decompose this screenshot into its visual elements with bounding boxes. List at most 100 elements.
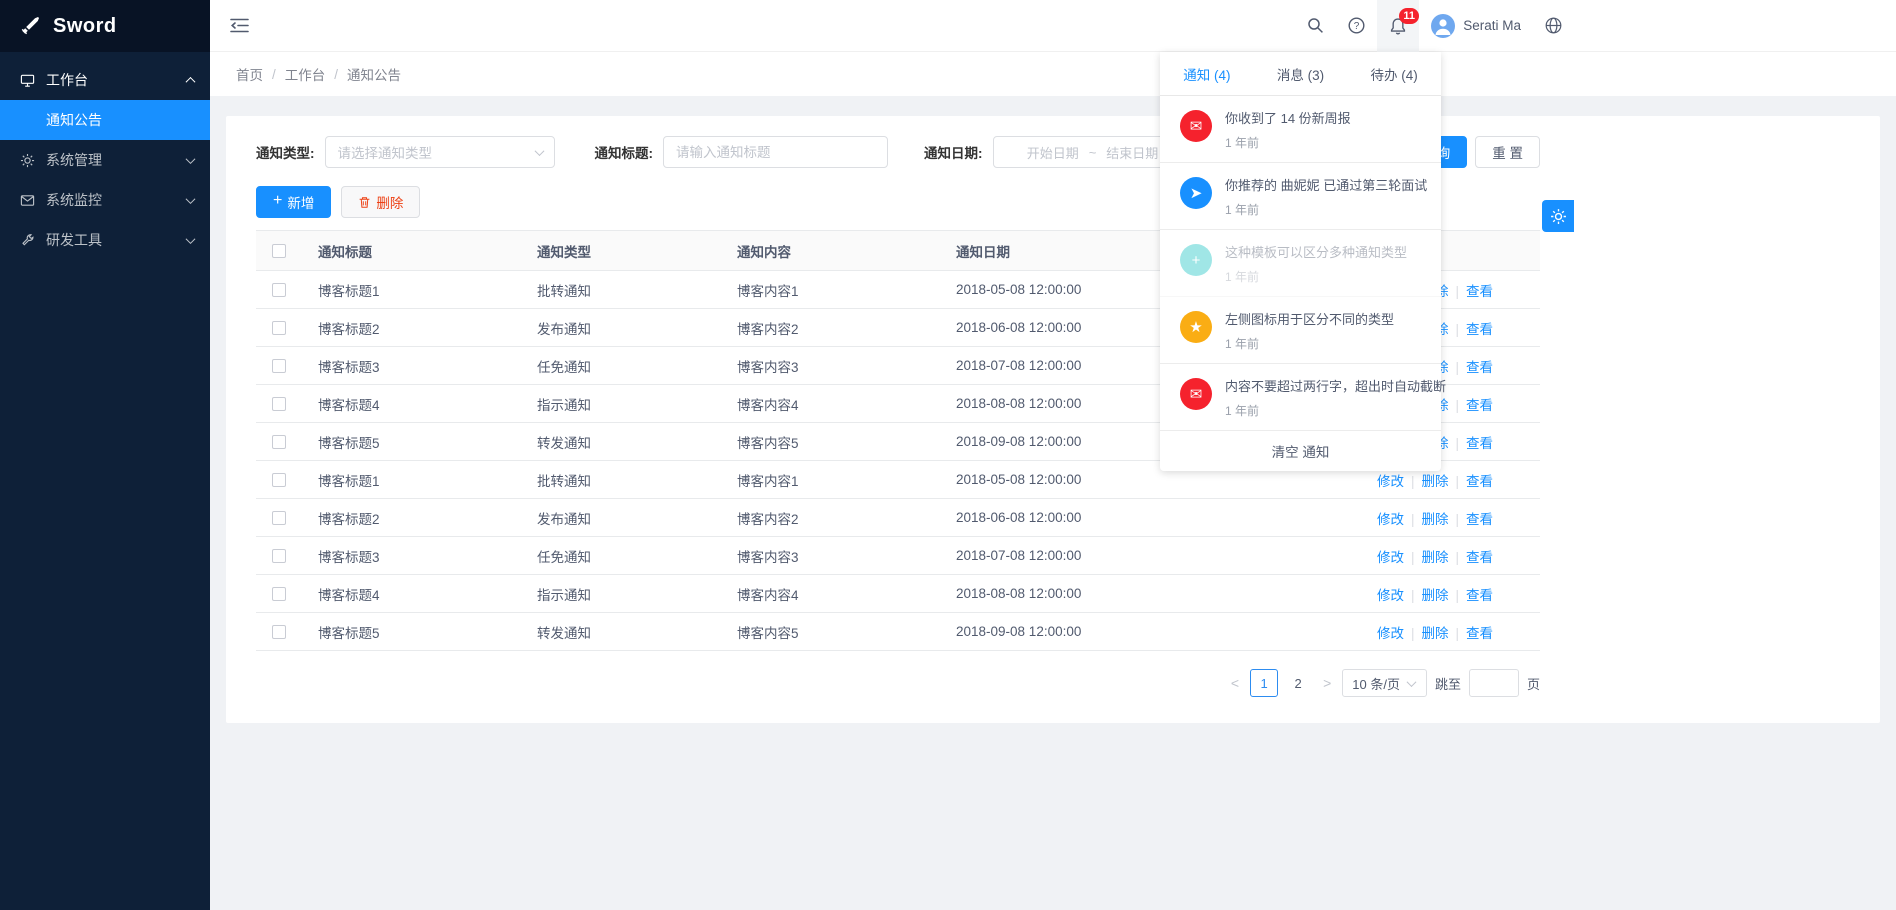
notification-text: 内容不要超过两行字，超出时自动截断 (1225, 376, 1446, 395)
page-size-label: 10 条/页 (1352, 674, 1400, 693)
cell-notice-title: 博客标题5 (302, 613, 521, 651)
row-checkbox[interactable] (272, 511, 286, 525)
sidebar-menu: 工作台 通知公告 系统管理 系统监控 研发工具 (0, 52, 210, 260)
help-icon[interactable]: ? (1336, 0, 1377, 52)
table-row: 博客标题2 发布通知 博客内容2 2018-06-08 12:00:00 修改|… (256, 499, 1540, 537)
row-action-edit[interactable]: 修改 (1377, 626, 1404, 641)
row-action-view[interactable]: 查看 (1466, 512, 1493, 527)
filter-title-label: 通知标题: (595, 142, 654, 162)
row-action-delete[interactable]: 删除 (1422, 474, 1449, 489)
notifications-bell[interactable]: 11 (1377, 0, 1419, 52)
prev-page-button[interactable]: < (1228, 675, 1242, 691)
topbar-right: ? 11 Serati Ma (1295, 0, 1574, 52)
cell-notice-title: 博客标题3 (302, 347, 521, 385)
notification-time: 1 年前 (1225, 402, 1446, 419)
settings-drawer-button[interactable] (1542, 200, 1574, 232)
jump-page-input[interactable] (1469, 669, 1519, 697)
notification-time: 1 年前 (1225, 268, 1407, 285)
row-action-delete[interactable]: 删除 (1422, 550, 1449, 565)
cell-notice-type: 指示通知 (521, 385, 721, 423)
sidebar-item-notice[interactable]: 通知公告 (0, 100, 210, 140)
notification-tab[interactable]: 通知 (4) (1160, 52, 1254, 95)
menu-fold-icon[interactable] (230, 15, 252, 37)
notification-item[interactable]: ✉ 内容不要超过两行字，超出时自动截断 1 年前 (1160, 364, 1441, 431)
row-checkbox[interactable] (272, 321, 286, 335)
page-number[interactable]: 1 (1250, 669, 1278, 697)
row-checkbox[interactable] (272, 549, 286, 563)
row-checkbox[interactable] (272, 435, 286, 449)
row-action-view[interactable]: 查看 (1466, 588, 1493, 603)
row-checkbox[interactable] (272, 625, 286, 639)
breadcrumb-home[interactable]: 首页 (236, 64, 263, 84)
row-action-view[interactable]: 查看 (1466, 284, 1493, 299)
notice-card: 通知类型: 请选择通知类型 通知标题: 通知日期: 开始日期 ~ 结束日期 (226, 116, 1880, 723)
add-button[interactable]: + 新增 (256, 186, 331, 218)
row-checkbox[interactable] (272, 397, 286, 411)
select-all-checkbox[interactable] (272, 244, 286, 258)
page-number[interactable]: 2 (1284, 669, 1312, 697)
action-separator: | (1456, 322, 1460, 337)
row-checkbox[interactable] (272, 283, 286, 297)
notice-type-select[interactable]: 请选择通知类型 (325, 136, 555, 168)
row-action-view[interactable]: 查看 (1466, 436, 1493, 451)
breadcrumb-workbench[interactable]: 工作台 (285, 64, 326, 84)
cell-notice-content: 博客内容4 (721, 575, 940, 613)
row-action-view[interactable]: 查看 (1466, 322, 1493, 337)
chevron-down-icon (186, 234, 196, 244)
notification-item[interactable]: ✉ 你收到了 14 份新周报 1 年前 (1160, 96, 1441, 163)
sidebar-item-system-admin[interactable]: 系统管理 (0, 140, 210, 180)
action-separator: | (1456, 512, 1460, 527)
row-action-edit[interactable]: 修改 (1377, 512, 1404, 527)
sidebar: Sword 工作台 通知公告 系统管理 系统监控 研发工具 (0, 0, 210, 910)
row-checkbox[interactable] (272, 359, 286, 373)
sidebar-item-system-monitor[interactable]: 系统监控 (0, 180, 210, 220)
notice-title-input[interactable] (664, 137, 887, 167)
sidebar-item-dev-tools[interactable]: 研发工具 (0, 220, 210, 260)
table-row: 博客标题3 任免通知 博客内容3 2018-07-08 12:00:00 修改|… (256, 537, 1540, 575)
row-action-view[interactable]: 查看 (1466, 474, 1493, 489)
clear-notifications-button[interactable]: 清空 通知 (1160, 431, 1441, 471)
row-action-edit[interactable]: 修改 (1377, 588, 1404, 603)
search-icon[interactable] (1295, 0, 1336, 52)
row-action-delete[interactable]: 删除 (1422, 512, 1449, 527)
breadcrumb-current: 通知公告 (347, 64, 401, 84)
row-action-view[interactable]: 查看 (1466, 550, 1493, 565)
page-size-select[interactable]: 10 条/页 (1342, 669, 1427, 697)
cell-notice-type: 发布通知 (521, 309, 721, 347)
row-actions: 修改|删除|查看 (1330, 575, 1540, 613)
cell-notice-type: 指示通知 (521, 575, 721, 613)
notification-tab[interactable]: 消息 (3) (1254, 52, 1348, 95)
reset-button[interactable]: 重 置 (1475, 136, 1540, 168)
notification-item[interactable]: + 这种模板可以区分多种通知类型 1 年前 (1160, 230, 1441, 297)
next-page-button[interactable]: > (1320, 675, 1334, 691)
row-action-view[interactable]: 查看 (1466, 360, 1493, 375)
row-action-view[interactable]: 查看 (1466, 398, 1493, 413)
row-action-delete[interactable]: 删除 (1422, 588, 1449, 603)
action-separator: | (1411, 626, 1415, 641)
row-action-edit[interactable]: 修改 (1377, 550, 1404, 565)
row-action-edit[interactable]: 修改 (1377, 474, 1404, 489)
row-checkbox[interactable] (272, 473, 286, 487)
row-checkbox[interactable] (272, 587, 286, 601)
notification-item[interactable]: ★ 左侧图标用于区分不同的类型 1 年前 (1160, 297, 1441, 364)
content-area: 通知类型: 请选择通知类型 通知标题: 通知日期: 开始日期 ~ 结束日期 (210, 96, 1896, 723)
cell-notice-content: 博客内容1 (721, 271, 940, 309)
action-separator: | (1411, 512, 1415, 527)
mail-icon: ✉ (1180, 110, 1212, 142)
delete-button[interactable]: 删除 (341, 186, 420, 218)
sidebar-item-workbench[interactable]: 工作台 (0, 60, 210, 100)
app-logo[interactable]: Sword (0, 0, 210, 52)
cell-notice-content: 博客内容2 (721, 499, 940, 537)
language-globe-icon[interactable] (1533, 0, 1574, 52)
action-separator: | (1411, 550, 1415, 565)
user-menu[interactable]: Serati Ma (1419, 0, 1533, 52)
notification-badge: 11 (1399, 8, 1419, 24)
cell-notice-title: 博客标题2 (302, 309, 521, 347)
plus-icon: + (1180, 244, 1212, 276)
cell-notice-title: 博客标题4 (302, 575, 521, 613)
row-action-view[interactable]: 查看 (1466, 626, 1493, 641)
notification-tab[interactable]: 待办 (4) (1347, 52, 1441, 95)
filter-date-label: 通知日期: (924, 142, 983, 162)
row-action-delete[interactable]: 删除 (1422, 626, 1449, 641)
notification-item[interactable]: ➤ 你推荐的 曲妮妮 已通过第三轮面试 1 年前 (1160, 163, 1441, 230)
